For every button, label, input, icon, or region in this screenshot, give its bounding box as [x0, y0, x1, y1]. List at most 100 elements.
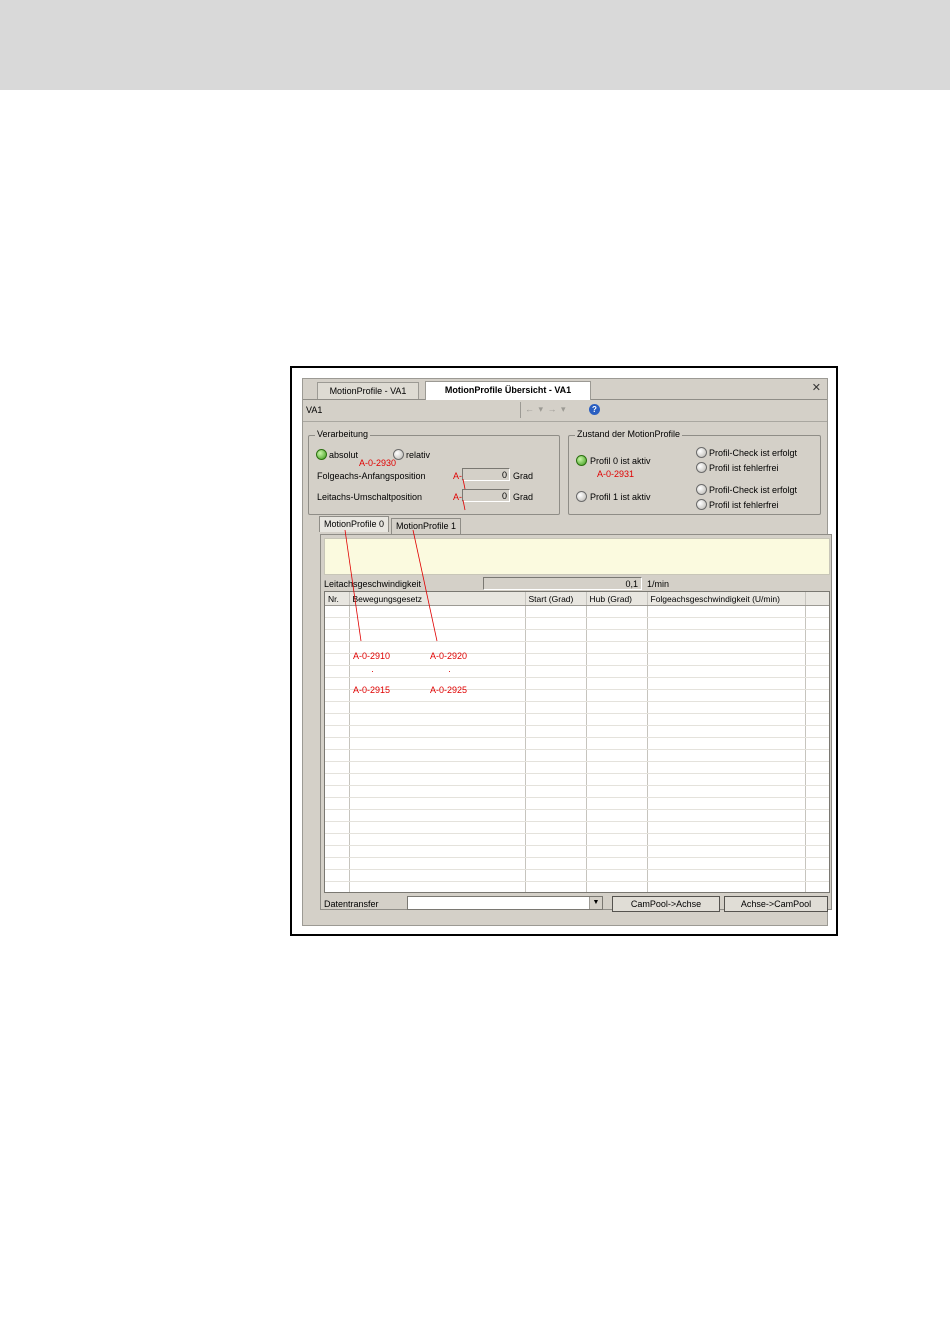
- col-start[interactable]: Start (Grad): [525, 592, 587, 606]
- tab-motionprofile-0[interactable]: MotionProfile 0: [319, 516, 390, 532]
- col-hub[interactable]: Hub (Grad): [586, 592, 648, 606]
- table-cell[interactable]: [525, 629, 587, 642]
- table-cell[interactable]: [349, 785, 526, 798]
- table-cell[interactable]: [647, 725, 806, 738]
- table-cell[interactable]: [647, 713, 806, 726]
- table-cell[interactable]: [586, 833, 648, 846]
- table-row[interactable]: [325, 833, 829, 846]
- table-row[interactable]: [325, 869, 829, 882]
- table-cell[interactable]: [525, 761, 587, 774]
- table-cell[interactable]: [325, 761, 350, 774]
- table-cell[interactable]: [805, 845, 829, 858]
- table-cell[interactable]: [647, 617, 806, 630]
- table-cell[interactable]: [325, 821, 350, 834]
- table-cell[interactable]: [349, 857, 526, 870]
- table-cell[interactable]: [586, 773, 648, 786]
- table-row[interactable]: [325, 641, 829, 654]
- table-cell[interactable]: [349, 713, 526, 726]
- table-cell[interactable]: [647, 845, 806, 858]
- table-cell[interactable]: [325, 713, 350, 726]
- table-cell[interactable]: [349, 737, 526, 750]
- table-cell[interactable]: [349, 773, 526, 786]
- campool-to-achse-button[interactable]: CamPool->Achse: [612, 896, 720, 912]
- table-cell[interactable]: [325, 785, 350, 798]
- table-cell[interactable]: [647, 641, 806, 654]
- table-cell[interactable]: [805, 761, 829, 774]
- table-row[interactable]: [325, 665, 829, 678]
- table-cell[interactable]: [586, 641, 648, 654]
- table-cell[interactable]: [325, 665, 350, 678]
- table-cell[interactable]: [525, 725, 587, 738]
- table-cell[interactable]: [805, 821, 829, 834]
- table-cell[interactable]: [349, 833, 526, 846]
- table-cell[interactable]: [325, 677, 350, 690]
- table-cell[interactable]: [325, 869, 350, 882]
- table-cell[interactable]: [805, 653, 829, 666]
- table-cell[interactable]: [325, 881, 350, 892]
- table-cell[interactable]: [805, 629, 829, 642]
- table-cell[interactable]: [805, 677, 829, 690]
- table-cell[interactable]: [586, 881, 648, 892]
- table-cell[interactable]: [647, 821, 806, 834]
- table-cell[interactable]: [586, 617, 648, 630]
- table-cell[interactable]: [349, 761, 526, 774]
- table-row[interactable]: [325, 761, 829, 774]
- table-cell[interactable]: [647, 761, 806, 774]
- chevron-down-icon[interactable]: ▼: [589, 897, 602, 909]
- table-cell[interactable]: [586, 689, 648, 702]
- table-cell[interactable]: [805, 665, 829, 678]
- table-cell[interactable]: [349, 881, 526, 892]
- table-cell[interactable]: [325, 617, 350, 630]
- table-cell[interactable]: [586, 653, 648, 666]
- nav-arrows-icon[interactable]: ← ▾ → ▾: [525, 404, 567, 415]
- table-cell[interactable]: [525, 713, 587, 726]
- table-cell[interactable]: [325, 749, 350, 762]
- tab-motionprofile-1[interactable]: MotionProfile 1: [391, 518, 462, 534]
- table-cell[interactable]: [647, 653, 806, 666]
- table-cell[interactable]: [525, 641, 587, 654]
- table-cell[interactable]: [805, 713, 829, 726]
- table-cell[interactable]: [805, 605, 829, 618]
- table-cell[interactable]: [647, 629, 806, 642]
- table-cell[interactable]: [647, 833, 806, 846]
- table-cell[interactable]: [647, 809, 806, 822]
- table-cell[interactable]: [525, 749, 587, 762]
- table-cell[interactable]: [647, 689, 806, 702]
- table-cell[interactable]: [805, 701, 829, 714]
- table-cell[interactable]: [586, 725, 648, 738]
- col-folgeachsgeschwindigkeit[interactable]: Folgeachsgeschwindigkeit (U/min): [647, 592, 806, 606]
- table-cell[interactable]: [805, 809, 829, 822]
- table-cell[interactable]: [525, 797, 587, 810]
- table-row[interactable]: [325, 785, 829, 798]
- table-cell[interactable]: [349, 869, 526, 882]
- table-row[interactable]: [325, 689, 829, 702]
- table-cell[interactable]: [525, 737, 587, 750]
- table-cell[interactable]: [525, 809, 587, 822]
- col-nr[interactable]: Nr.: [325, 592, 350, 606]
- table-cell[interactable]: [586, 713, 648, 726]
- table-cell[interactable]: [586, 665, 648, 678]
- table-cell[interactable]: [525, 773, 587, 786]
- table-cell[interactable]: [325, 857, 350, 870]
- table-cell[interactable]: [805, 857, 829, 870]
- table-cell[interactable]: [325, 845, 350, 858]
- table-cell[interactable]: [325, 773, 350, 786]
- table-cell[interactable]: [525, 833, 587, 846]
- table-cell[interactable]: [586, 857, 648, 870]
- folgeachs-field[interactable]: 0: [462, 468, 510, 481]
- table-row[interactable]: [325, 857, 829, 870]
- table-cell[interactable]: [325, 605, 350, 618]
- table-cell[interactable]: [349, 665, 526, 678]
- leitachsgeschwindigkeit-field[interactable]: 0,1: [483, 577, 642, 590]
- table-cell[interactable]: [586, 761, 648, 774]
- col-bewegungsgesetz[interactable]: Bewegungsgesetz: [349, 592, 526, 606]
- tab-motionprofile-uebersicht[interactable]: MotionProfile Übersicht - VA1: [425, 381, 591, 400]
- achse-to-campool-button[interactable]: Achse->CamPool: [724, 896, 828, 912]
- table-cell[interactable]: [586, 737, 648, 750]
- table-cell[interactable]: [325, 725, 350, 738]
- table-cell[interactable]: [325, 737, 350, 750]
- table-cell[interactable]: [325, 701, 350, 714]
- table-cell[interactable]: [586, 809, 648, 822]
- table-cell[interactable]: [349, 809, 526, 822]
- table-cell[interactable]: [586, 845, 648, 858]
